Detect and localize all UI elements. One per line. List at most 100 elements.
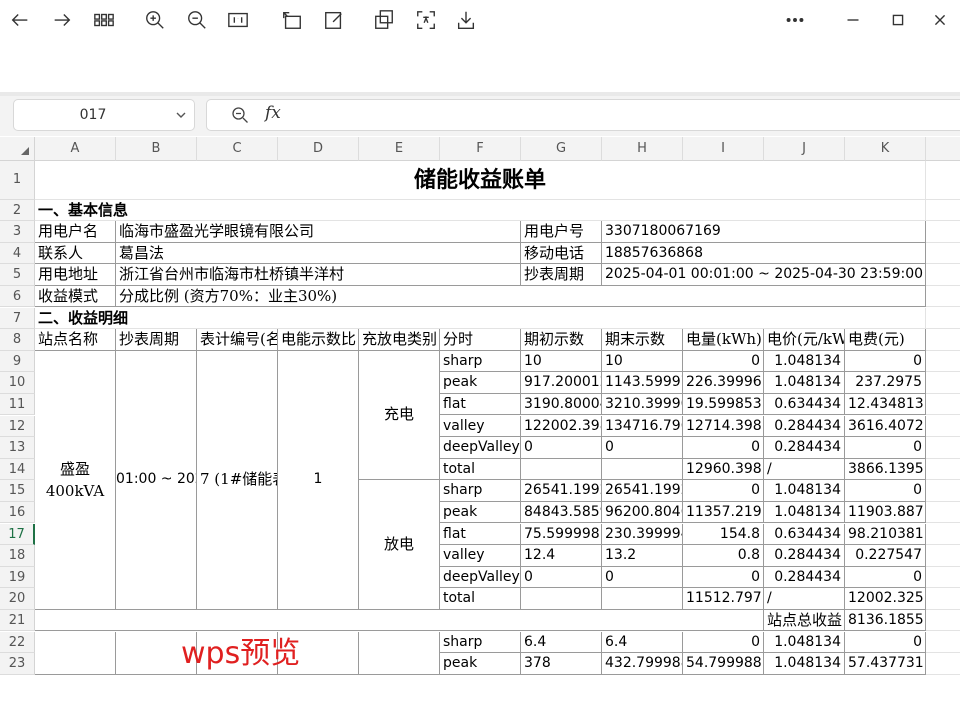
edit-icon[interactable] [320, 6, 348, 34]
row-header-16[interactable]: 16 [0, 501, 35, 524]
select-all-corner[interactable] [0, 137, 35, 161]
table-cell: 6.4 [602, 631, 683, 654]
meter-ratio: 1 [278, 350, 359, 610]
row-header-1[interactable]: 1 [0, 161, 35, 200]
info-label: 收益模式 [35, 285, 116, 308]
row-header-4[interactable]: 4 [0, 242, 35, 265]
column-header-c[interactable]: C [197, 137, 278, 161]
formula-input[interactable]: fx [206, 99, 960, 131]
grid-cell [926, 308, 960, 330]
row-header-3[interactable]: 3 [0, 221, 35, 243]
info-value: 2025-04-01 00:01:00 ~ 2025-04-30 23:59:0… [602, 264, 926, 286]
row-header-8[interactable]: 8 [0, 329, 35, 351]
maximize-icon[interactable] [884, 6, 912, 34]
copy-text-icon[interactable] [370, 6, 398, 34]
forward-arrow-icon[interactable] [48, 6, 76, 34]
download-icon[interactable] [452, 6, 480, 34]
info-label: 移动电话 [521, 242, 602, 265]
actual-size-icon[interactable] [224, 6, 252, 34]
zoom-in-icon[interactable] [141, 6, 169, 34]
table-cell: 134716.796 [602, 415, 683, 438]
table-cell: peak [440, 501, 521, 524]
row-header-14[interactable]: 14 [0, 458, 35, 481]
table-cell: 0 [683, 480, 764, 502]
back-arrow-icon[interactable] [6, 6, 34, 34]
rotate-icon[interactable] [278, 6, 306, 34]
table-cell: sharp [440, 631, 521, 654]
table-cell: 0.284434 [764, 437, 845, 459]
grid-cell [926, 243, 960, 265]
chevron-down-icon[interactable] [174, 108, 188, 122]
row-header-11[interactable]: 11 [0, 393, 35, 416]
table-cell: 0.8 [683, 545, 764, 567]
table-cell: 0 [845, 350, 926, 373]
row-header-10[interactable]: 10 [0, 372, 35, 394]
table-cell: total [440, 588, 521, 610]
row-header-13[interactable]: 13 [0, 437, 35, 459]
table-cell: 3210.39990 [602, 393, 683, 416]
grid-cell [926, 329, 960, 351]
info-value: 临海市盛盈光学眼镜有限公司 [116, 221, 521, 243]
table-cell: deepValley [440, 437, 521, 459]
fx-icon: fx [265, 103, 281, 123]
column-header-b[interactable]: B [116, 137, 197, 161]
table-cell: 0 [683, 350, 764, 373]
row-header-9[interactable]: 9 [0, 350, 35, 373]
row-header-5[interactable]: 5 [0, 264, 35, 286]
top-toolbar [0, 0, 960, 40]
column-header-e[interactable]: E [359, 137, 440, 161]
table-cell: 1.048134 [764, 631, 845, 654]
info-value: 浙江省台州市临海市杜桥镇半洋村 [116, 264, 521, 286]
column-header-i[interactable]: I [683, 137, 764, 161]
table-cell: 3866.1395 [845, 458, 926, 481]
spreadsheet-grid[interactable]: A B C D E F G H I J K 1 2 3 4 5 6 7 8 9 10 11 12 13 14 15 16 17 18 19… [0, 137, 960, 720]
row-header-7[interactable]: 7 [0, 307, 35, 330]
row-header-6[interactable]: 6 [0, 285, 35, 308]
translate-icon[interactable] [412, 6, 440, 34]
column-header-g[interactable]: G [521, 137, 602, 161]
table-header: 抄表周期 [116, 329, 197, 351]
row-header-15[interactable]: 15 [0, 480, 35, 502]
column-header-f[interactable]: F [440, 137, 521, 161]
table-cell: 75.599998 [521, 523, 602, 546]
table-cell: 0 [521, 566, 602, 589]
table-cell [35, 631, 116, 675]
page-title: 储能收益账单 [35, 161, 926, 200]
column-header-a[interactable]: A [35, 137, 116, 161]
table-cell: 3190.80004 [521, 393, 602, 416]
grid-cell [926, 416, 960, 438]
table-header: 分时 [440, 329, 521, 351]
column-header-j[interactable]: J [764, 137, 845, 161]
table-cell: 1.048134 [764, 372, 845, 394]
column-header-h[interactable]: H [602, 137, 683, 161]
table-cell: 1143.59997 [602, 372, 683, 394]
close-icon[interactable] [926, 6, 954, 34]
minimize-icon[interactable] [839, 6, 867, 34]
row-header-20[interactable]: 20 [0, 588, 35, 610]
row-header-22[interactable]: 22 [0, 631, 35, 654]
section-heading: 一、基本信息 [35, 199, 926, 222]
more-options-icon[interactable] [781, 6, 809, 34]
zoom-out-icon[interactable] [183, 6, 211, 34]
row-header-23[interactable]: 23 [0, 653, 35, 675]
row-header-19[interactable]: 19 [0, 566, 35, 589]
table-cell: 96200.8046 [602, 501, 683, 524]
info-label: 用电地址 [35, 264, 116, 286]
row-header-17[interactable]: 17 [0, 523, 35, 546]
row-header-18[interactable]: 18 [0, 545, 35, 567]
table-cell: peak [440, 372, 521, 394]
grid-cell [926, 221, 960, 243]
row-header-21[interactable]: 21 [0, 609, 35, 632]
table-cell: 10 [521, 350, 602, 373]
zoom-icon[interactable] [231, 106, 249, 124]
table-cell: 0 [602, 437, 683, 459]
row-header-2[interactable]: 2 [0, 199, 35, 222]
grid-view-icon[interactable] [90, 6, 118, 34]
column-header-d[interactable]: D [278, 137, 359, 161]
table-cell: 0.634434 [764, 523, 845, 546]
table-header: 期末示数 [602, 329, 683, 351]
name-box[interactable]: 017 [13, 99, 195, 131]
row-header-12[interactable]: 12 [0, 415, 35, 438]
column-header-k[interactable]: K [845, 137, 926, 161]
table-header: 电量(kWh) [683, 329, 764, 351]
